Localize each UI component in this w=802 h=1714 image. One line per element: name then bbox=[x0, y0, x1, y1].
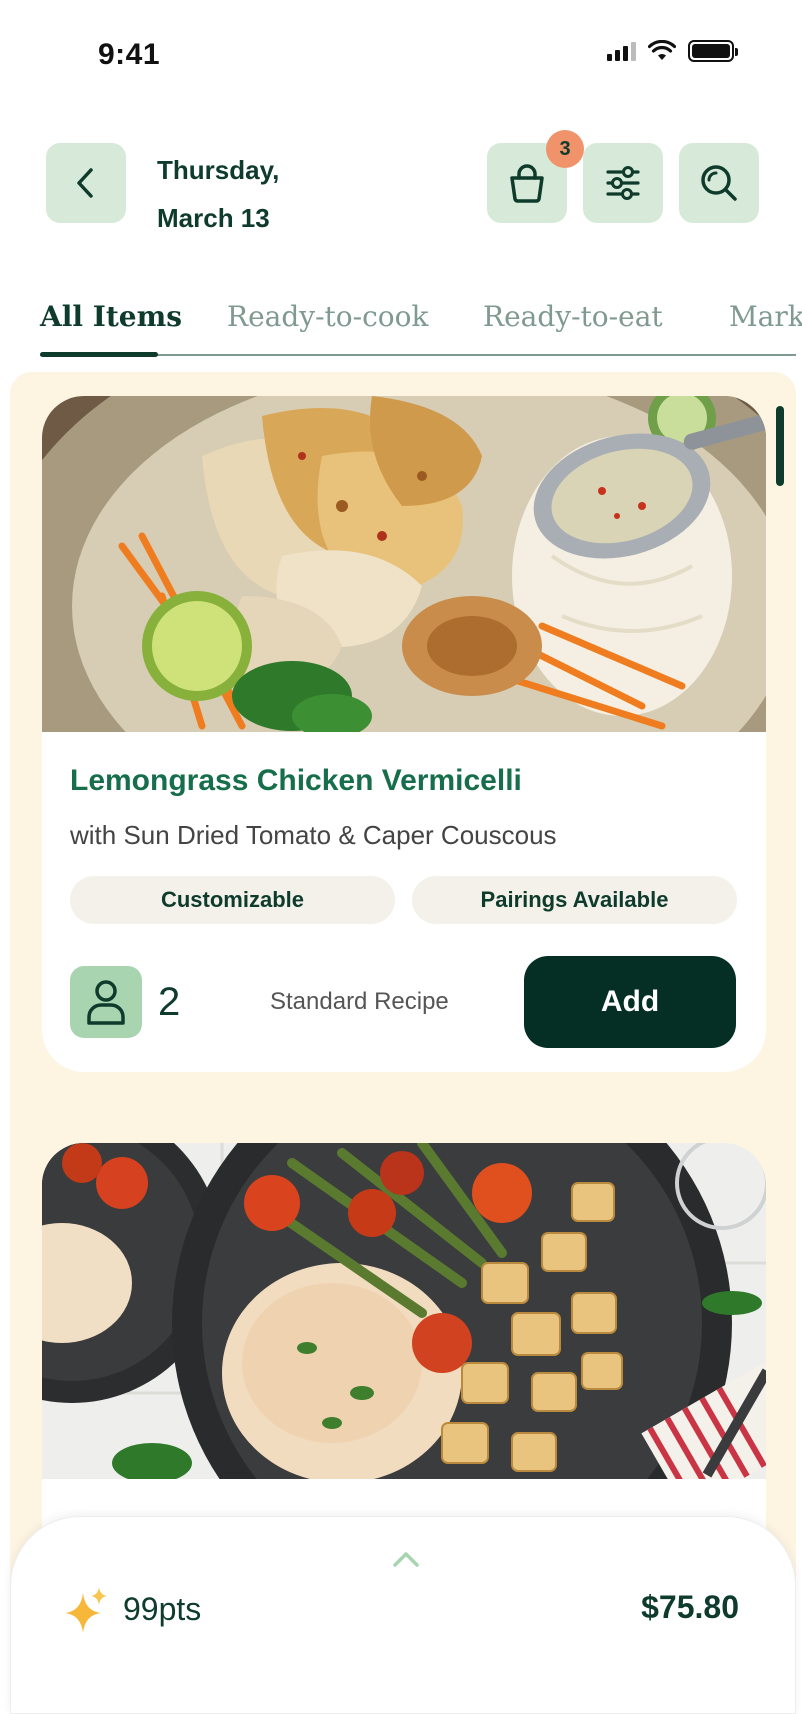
date-weekday: Thursday, bbox=[157, 155, 280, 185]
header: Thursday, March 13 3 bbox=[0, 130, 802, 233]
tag-pairings-available: Pairings Available bbox=[412, 876, 737, 924]
date-day: March 13 bbox=[157, 203, 270, 233]
recipe-title[interactable]: Lemongrass Chicken Vermicelli bbox=[70, 764, 522, 798]
tag-customizable: Customizable bbox=[70, 876, 395, 924]
cart-count-badge: 3 bbox=[546, 130, 584, 168]
back-chevron-icon bbox=[77, 168, 93, 198]
points-balance: 99pts bbox=[123, 1591, 202, 1627]
back-button[interactable] bbox=[46, 143, 126, 223]
recipe-card[interactable]: Lemongrass Chicken Vermicelli with Sun D… bbox=[42, 396, 766, 1072]
tab-all-items[interactable]: All Items bbox=[40, 300, 182, 333]
person-icon bbox=[87, 980, 125, 1025]
active-tab-indicator bbox=[40, 352, 158, 357]
tab-market[interactable]: Mark bbox=[729, 300, 802, 333]
status-time: 9:41 bbox=[98, 38, 161, 71]
total-price: $75.80 bbox=[641, 1589, 739, 1625]
servings-count: 2 bbox=[158, 980, 181, 1024]
tab-ready-to-eat[interactable]: Ready-to-eat bbox=[483, 300, 663, 333]
category-tabs: All Items Ready-to-cook Ready-to-eat Mar… bbox=[0, 290, 802, 360]
recipe-subtitle: with Sun Dried Tomato & Caper Couscous bbox=[70, 820, 557, 850]
cellular-signal-icon bbox=[607, 41, 636, 61]
sliders-icon bbox=[606, 166, 640, 200]
selected-date[interactable]: Thursday, March 13 bbox=[157, 146, 279, 242]
filter-button[interactable] bbox=[583, 143, 663, 223]
servings-button[interactable] bbox=[70, 966, 142, 1038]
status-icons bbox=[607, 40, 738, 62]
add-button[interactable]: Add bbox=[524, 956, 736, 1048]
sparkle-icon bbox=[65, 1587, 107, 1633]
recipe-type-label: Standard Recipe bbox=[270, 988, 449, 1015]
cart-summary-bar[interactable]: 99pts $75.80 bbox=[10, 1516, 796, 1714]
search-icon bbox=[701, 165, 737, 201]
search-button[interactable] bbox=[679, 143, 759, 223]
basket-icon bbox=[510, 164, 544, 203]
wifi-icon bbox=[648, 40, 676, 60]
status-bar: 9:41 bbox=[0, 0, 802, 110]
chevron-up-icon[interactable] bbox=[391, 1549, 421, 1569]
recipe-image-lemongrass-chicken bbox=[42, 396, 766, 732]
battery-icon bbox=[688, 40, 738, 62]
tab-ready-to-cook[interactable]: Ready-to-cook bbox=[227, 300, 428, 333]
recipe-image-chicken-potatoes bbox=[42, 1143, 766, 1479]
scrollbar-thumb[interactable] bbox=[776, 406, 784, 486]
